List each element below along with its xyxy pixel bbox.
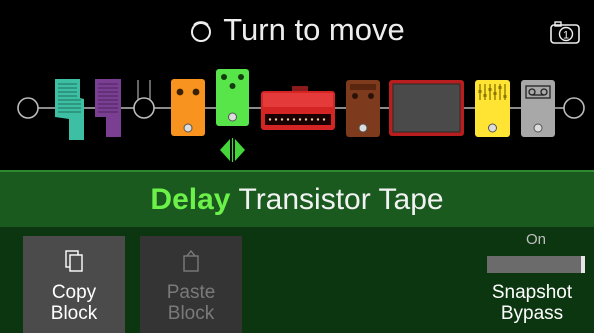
input-endpoint — [17, 97, 39, 119]
snapshot-bypass-line2: Bypass — [500, 303, 564, 324]
action-panel: Copy Block Paste Block On Snapshot Bypas… — [0, 227, 594, 333]
page-title: Turn to move — [223, 12, 405, 47]
copy-label-line1: Copy — [51, 282, 97, 303]
paste-label-line1: Paste — [166, 282, 216, 303]
paste-icon — [183, 250, 199, 272]
model-name: Transistor Tape — [238, 182, 444, 216]
signal-chain — [0, 58, 594, 170]
model-category: Delay — [150, 182, 231, 216]
output-endpoint — [563, 97, 585, 119]
toggle-thumb — [581, 256, 585, 273]
rotate-knob-icon — [191, 21, 212, 42]
model-name-bar: Delay Transistor Tape — [0, 170, 594, 227]
snapshot-bypass-line1: Snapshot — [491, 282, 573, 303]
yellow-eq-stompbox — [475, 80, 510, 137]
snapshot-number: 1 — [563, 30, 569, 42]
green-delay-stompbox — [216, 69, 249, 126]
snapshot-bypass-label: Snapshot Bypass — [470, 282, 594, 324]
move-arrows-icon — [220, 138, 245, 162]
gray-looper-stompbox — [521, 80, 555, 137]
snapshot-bypass-state: On — [525, 231, 546, 248]
purple-expression-pedal — [95, 79, 121, 137]
paste-label-line2: Block — [167, 303, 215, 324]
teal-expression-pedal — [55, 79, 84, 140]
snapshot-bypass-toggle[interactable] — [487, 256, 585, 273]
orange-stompbox — [171, 79, 205, 136]
top-bar: Turn to move 1 — [0, 0, 594, 58]
title-area: Turn to move — [0, 10, 594, 50]
camera-icon[interactable]: 1 — [550, 20, 580, 49]
red-speaker-cabinet — [389, 80, 464, 136]
paste-block-button[interactable]: Paste Block — [140, 236, 242, 333]
empty-split-block — [133, 80, 155, 119]
brown-stompbox — [346, 80, 380, 137]
copy-block-button[interactable]: Copy Block — [23, 236, 125, 333]
red-amp-head — [261, 86, 335, 130]
copy-label-line2: Block — [50, 303, 98, 324]
copy-icon — [65, 250, 83, 272]
